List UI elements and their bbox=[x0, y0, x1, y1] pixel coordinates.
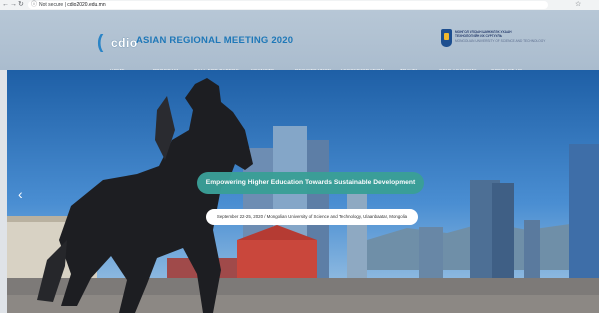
hero-date-banner: September 22-25, 2020 / Mongolian Univer… bbox=[206, 209, 418, 225]
site-title: ASIAN REGIONAL MEETING 2020 bbox=[136, 35, 294, 46]
university-crest-icon bbox=[441, 29, 452, 47]
back-icon[interactable]: ← bbox=[2, 1, 9, 9]
forward-icon[interactable]: → bbox=[10, 1, 17, 9]
university-name-en: MONGOLIAN UNIVERSITY OF SCIENCE AND TECH… bbox=[455, 39, 546, 43]
bookmark-star-icon[interactable]: ☆ bbox=[575, 1, 581, 9]
university-logo[interactable]: МОНГОЛ УЛСЫН ШИНЖЛЭХ УХААН ТЕХНОЛОГИЙН И… bbox=[441, 29, 545, 51]
hero-date-location: September 22-25, 2020 / Mongolian Univer… bbox=[216, 214, 408, 219]
hero-headline: Empowering Higher Education Towards Sust… bbox=[205, 179, 416, 186]
slider-prev-arrow[interactable]: ‹ bbox=[18, 187, 23, 201]
site-header: ( cdio ASIAN REGIONAL MEETING 2020 МОНГО… bbox=[0, 10, 599, 73]
url-host: cdio2020.edu.mn bbox=[67, 2, 106, 8]
hero-headline-banner: Empowering Higher Education Towards Sust… bbox=[197, 172, 424, 194]
logo-text: cdio bbox=[111, 36, 138, 50]
reload-icon[interactable]: ↻ bbox=[18, 1, 24, 9]
security-label: Not secure bbox=[39, 2, 64, 8]
hero-slider: ‹ Empowering Higher Education Towards Su… bbox=[7, 70, 599, 313]
address-bar[interactable]: ⓘ Not secure | cdio2020.edu.mn bbox=[28, 1, 548, 9]
url-text: Not secure | cdio2020.edu.mn bbox=[39, 2, 106, 8]
university-name-mn-2: ТЕХНОЛОГИЙН ИХ СУРГУУЛЬ bbox=[455, 34, 503, 38]
logo-c-icon: ( bbox=[97, 32, 104, 53]
cdio-logo[interactable]: ( cdio bbox=[97, 32, 137, 54]
info-icon[interactable]: ⓘ bbox=[31, 1, 37, 9]
